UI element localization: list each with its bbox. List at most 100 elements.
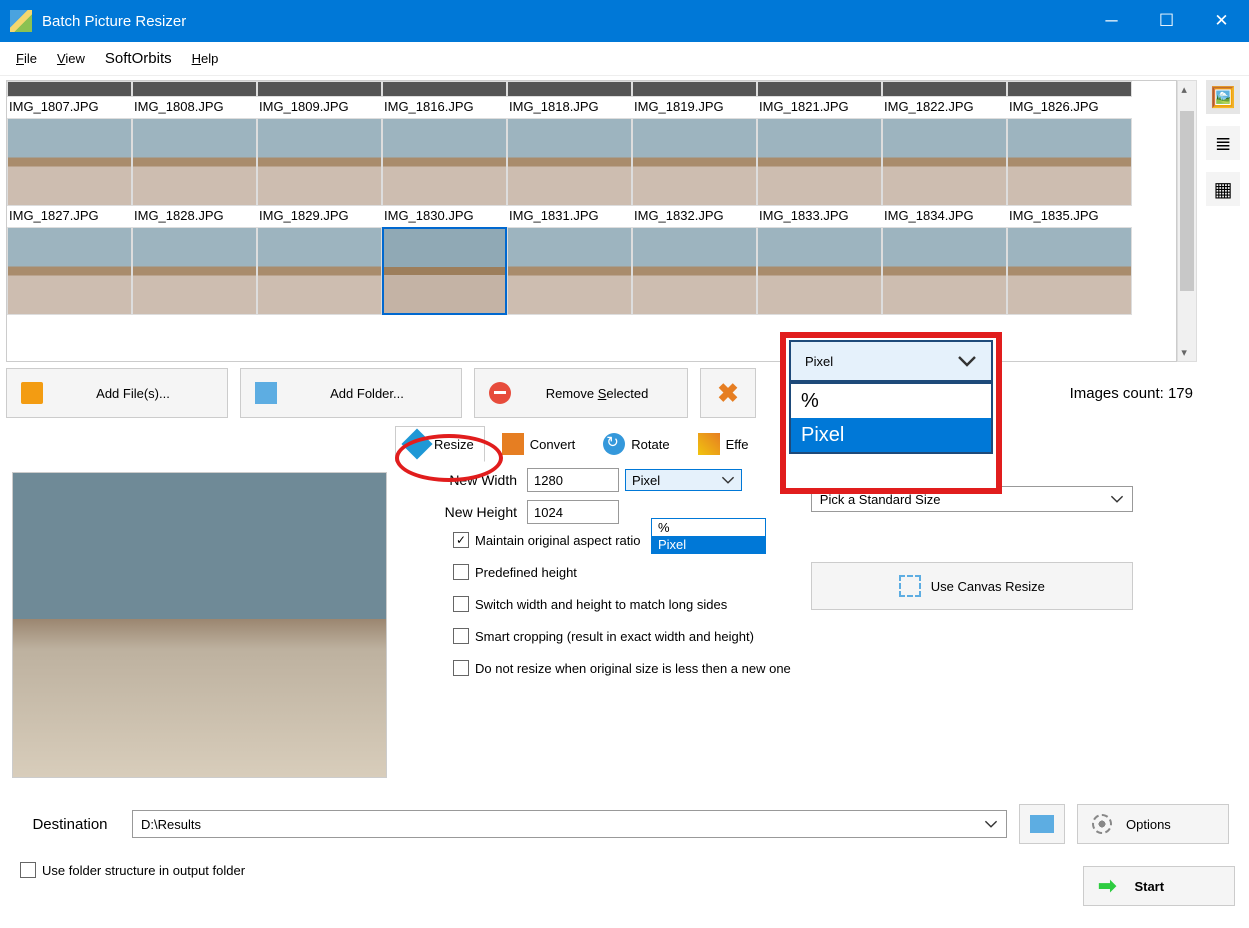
tab-convert[interactable]: Convert [491,426,587,462]
view-list-icon[interactable]: ≣ [1206,126,1240,160]
browse-folder-button[interactable] [1019,804,1065,844]
thumbnail[interactable] [882,227,1007,315]
use-folder-structure-label: Use folder structure in output folder [42,863,245,878]
thumbnail[interactable] [1007,227,1132,315]
menu-softorbits[interactable]: SoftOrbits [97,46,180,71]
thumbnail[interactable]: IMG_1831.JPG [507,118,632,225]
menu-file[interactable]: File [8,46,45,71]
thumbnail-label: IMG_1809.JPG [257,97,382,116]
view-details-icon[interactable]: ▦ [1206,172,1240,206]
thumbnail[interactable] [507,227,632,315]
close-button[interactable]: ✕ [1194,0,1249,42]
thumbnail[interactable]: IMG_1827.JPG [7,118,132,225]
unit-option-percent[interactable]: % [652,519,765,536]
remove-selected-button[interactable]: Remove Selected [474,368,688,418]
titlebar: Batch Picture Resizer ─ ☐ ✕ [0,0,1249,42]
thumbnail-label: IMG_1816.JPG [382,97,507,116]
view-toolbar: 🖼️ ≣ ▦ [1203,80,1243,362]
width-unit-select[interactable]: Pixel [625,469,742,491]
chevron-down-icon [984,817,998,831]
chevron-down-icon [721,473,735,487]
thumbnail[interactable]: IMG_1822.JPG [882,81,1007,116]
chevron-down-icon [957,351,977,371]
no-resize-smaller-checkbox[interactable] [453,660,469,676]
thumbnail[interactable]: IMG_1807.JPG [7,81,132,116]
gear-icon [1092,814,1112,834]
thumbnail[interactable]: IMG_1829.JPG [257,118,382,225]
thumbnail-label: IMG_1832.JPG [632,206,757,225]
chevron-down-icon [1110,492,1124,506]
thumbnail-label: IMG_1822.JPG [882,97,1007,116]
add-folder-button[interactable]: Add Folder... [240,368,462,418]
thumbnail[interactable]: IMG_1832.JPG [632,118,757,225]
thumbnail[interactable] [757,227,882,315]
tab-rotate[interactable]: Rotate [592,426,680,462]
predefined-height-label: Predefined height [475,565,577,580]
thumbnail[interactable]: IMG_1809.JPG [257,81,382,116]
thumbnail[interactable]: IMG_1833.JPG [757,118,882,225]
canvas-resize-button[interactable]: Use Canvas Resize [811,562,1133,610]
switch-wh-checkbox[interactable] [453,596,469,612]
options-button[interactable]: Options [1077,804,1229,844]
new-width-input[interactable] [527,468,619,492]
folder-icon [1030,815,1054,833]
action-button-row: Add File(s)... Add Folder... Remove Sele… [6,368,1243,418]
thumbnail[interactable] [132,227,257,315]
effects-icon [698,433,720,455]
thumbnail[interactable]: IMG_1816.JPG [382,81,507,116]
highlight-unit-select[interactable]: Pixel [789,340,993,382]
resize-right-column: Pick a Standard Size Use Canvas Resize [811,466,1133,778]
thumbnail-label: IMG_1819.JPG [632,97,757,116]
start-button[interactable]: ➡ Start [1083,866,1235,906]
thumbnail[interactable] [382,227,507,315]
tab-effects[interactable]: Effe [687,426,760,462]
minimize-button[interactable]: ─ [1084,0,1139,42]
thumbnail-label: IMG_1826.JPG [1007,97,1132,116]
menu-help[interactable]: Help [184,46,227,71]
thumbnail[interactable]: IMG_1821.JPG [757,81,882,116]
new-height-input[interactable] [527,500,619,524]
thumbnail[interactable]: IMG_1826.JPG [1007,81,1132,116]
thumbnail[interactable]: IMG_1818.JPG [507,81,632,116]
thumbnail[interactable]: IMG_1834.JPG [882,118,1007,225]
thumbnail-label: IMG_1834.JPG [882,206,1007,225]
tab-resize[interactable]: Resize [395,426,485,462]
thumbnail-label: IMG_1818.JPG [507,97,632,116]
maintain-ratio-checkbox[interactable]: ✓ [453,532,469,548]
preview-image [12,472,387,778]
thumbnail[interactable]: IMG_1819.JPG [632,81,757,116]
thumbnail-label: IMG_1831.JPG [507,206,632,225]
thumbnail[interactable]: IMG_1830.JPG [382,118,507,225]
unit-option-pixel[interactable]: Pixel [652,536,765,553]
width-unit-dropdown[interactable]: % Pixel [651,518,766,554]
switch-wh-label: Switch width and height to match long si… [475,597,727,612]
thumbnail-label: IMG_1833.JPG [757,206,882,225]
rotate-icon [603,433,625,455]
destination-label: Destination [20,816,120,833]
thumbnail[interactable]: IMG_1828.JPG [132,118,257,225]
thumbnail[interactable] [7,227,132,315]
images-count-label: Images count: 179 [1070,385,1243,402]
highlight-unit-dropdown[interactable]: % Pixel [789,382,993,454]
gallery-scrollbar[interactable] [1177,80,1197,362]
highlight-option-pixel[interactable]: Pixel [791,418,991,452]
view-thumbnails-icon[interactable]: 🖼️ [1206,80,1240,114]
maximize-button[interactable]: ☐ [1139,0,1194,42]
use-folder-structure-checkbox[interactable] [20,862,36,878]
menu-view[interactable]: View [49,46,93,71]
predefined-height-checkbox[interactable] [453,564,469,580]
destination-combobox[interactable]: D:\Results [132,810,1007,838]
thumbnail-label: IMG_1835.JPG [1007,206,1132,225]
thumbnail[interactable] [257,227,382,315]
highlight-option-percent[interactable]: % [791,384,991,418]
thumbnail[interactable]: IMG_1808.JPG [132,81,257,116]
smart-cropping-checkbox[interactable] [453,628,469,644]
destination-row: Destination D:\Results Options [20,804,1229,844]
thumbnail-label: IMG_1829.JPG [257,206,382,225]
thumbnail[interactable] [632,227,757,315]
thumbnail-gallery: IMG_1807.JPGIMG_1808.JPGIMG_1809.JPGIMG_… [6,80,1177,362]
thumbnail[interactable]: IMG_1835.JPG [1007,118,1132,225]
thumbnail-label: IMG_1828.JPG [132,206,257,225]
add-files-button[interactable]: Add File(s)... [6,368,228,418]
remove-all-button[interactable]: ✖ [700,368,756,418]
